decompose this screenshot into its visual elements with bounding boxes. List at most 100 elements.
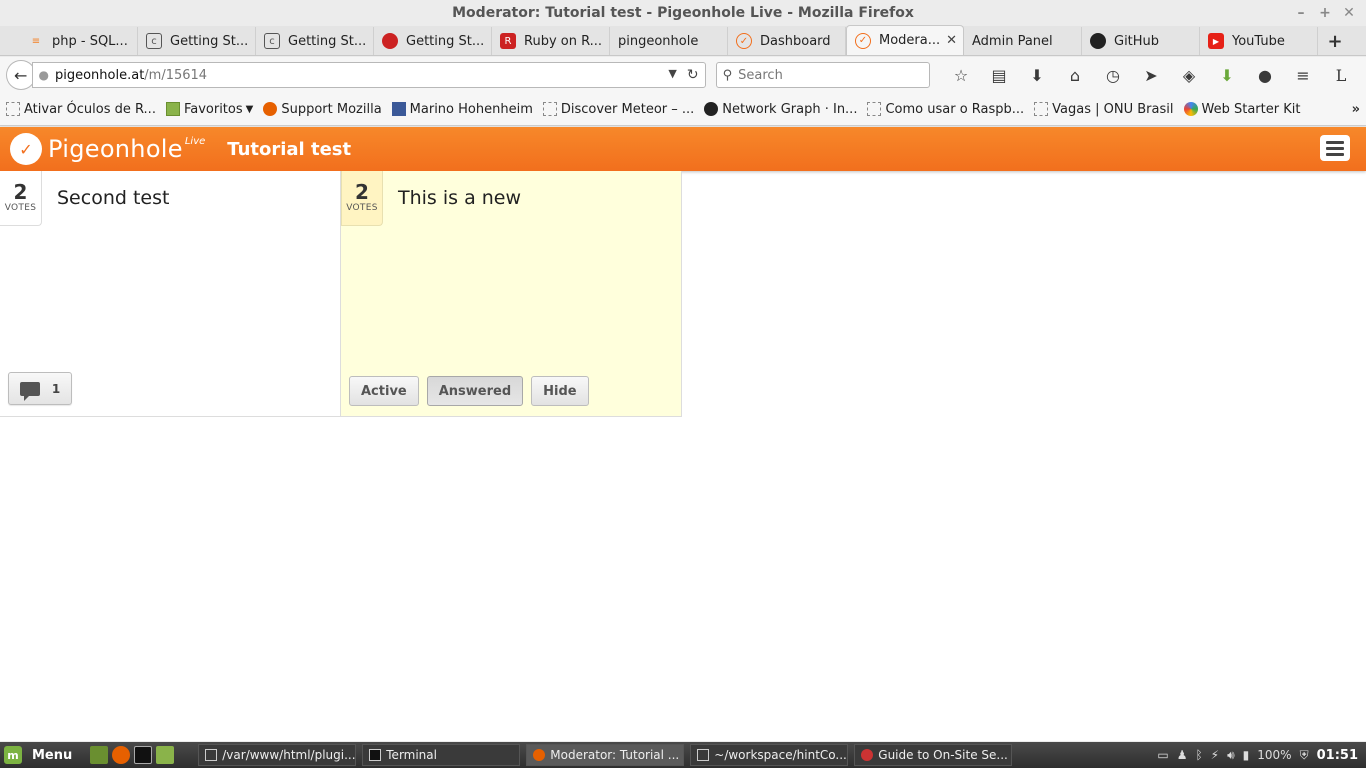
- tab-admin-panel[interactable]: Admin Panel: [964, 27, 1082, 55]
- new-tab-button[interactable]: +: [1318, 27, 1352, 55]
- bookmark-label: Vagas | ONU Brasil: [1052, 101, 1174, 117]
- comment-count: 1: [51, 381, 61, 396]
- user-icon[interactable]: ♟: [1177, 748, 1188, 762]
- tab-strip: ≡ php - SQL... c Getting St... c Getting…: [0, 25, 1366, 56]
- hide-button[interactable]: Hide: [531, 376, 589, 406]
- pigeonhole-icon: ✓: [855, 32, 871, 49]
- bookmark-label: Web Starter Kit: [1201, 101, 1301, 117]
- tab-github[interactable]: GitHub: [1082, 27, 1200, 55]
- active-button[interactable]: Active: [349, 376, 419, 406]
- tab-label: Getting St...: [170, 33, 249, 49]
- task-workspace[interactable]: ~/workspace/hintCo...: [690, 744, 849, 766]
- tab-ruby-on-rails[interactable]: R Ruby on R...: [492, 27, 610, 55]
- bluetooth-icon[interactable]: ᛒ: [1195, 748, 1202, 762]
- show-desktop-icon[interactable]: [90, 746, 109, 764]
- mint-logo-icon: m: [4, 746, 22, 764]
- facebook-icon: [391, 102, 406, 116]
- youtube-icon: ▶: [1208, 33, 1224, 49]
- bookmark-label: Favoritos: [183, 101, 243, 117]
- bookmark-star-icon[interactable]: ☆: [942, 66, 980, 85]
- keyboard-icon[interactable]: ▭: [1157, 748, 1168, 762]
- close-tab-icon[interactable]: ✕: [946, 33, 957, 48]
- task-firefox[interactable]: Moderator: Tutorial ...: [526, 744, 685, 766]
- url-bar[interactable]: ● pigeonhole.at/m/15614 ▼ ↻: [31, 62, 706, 88]
- dropdown-arrow-icon[interactable]: ▼: [668, 67, 676, 83]
- start-menu-button[interactable]: m Menu: [0, 746, 80, 764]
- question-text: Second test: [57, 187, 170, 209]
- tab-label: Getting St...: [288, 33, 367, 49]
- event-title: Tutorial test: [227, 138, 352, 160]
- reload-icon[interactable]: ↻: [687, 67, 699, 83]
- bookmark-folder-favoritos[interactable]: Favoritos ▼: [165, 101, 253, 117]
- tab-label: pingeonhole: [618, 33, 699, 49]
- tab-php-sql[interactable]: ≡ php - SQL...: [20, 27, 138, 55]
- search-input[interactable]: ⚲ Search: [715, 62, 930, 88]
- bookmark-item[interactable]: Network Graph · In...: [704, 102, 857, 117]
- pocket-icon[interactable]: ◈: [1170, 66, 1208, 85]
- bookmarks-overflow-icon[interactable]: »: [1352, 102, 1360, 117]
- tab-getting-started-3[interactable]: Getting St...: [374, 27, 492, 55]
- battery-icon[interactable]: ▮: [1243, 748, 1250, 762]
- extension-icon[interactable]: L: [1322, 66, 1360, 85]
- maximize-icon[interactable]: +: [1318, 0, 1332, 26]
- tab-moderator[interactable]: ✓ Modera... ✕: [846, 25, 964, 55]
- menu-icon[interactable]: ≡: [1284, 66, 1322, 85]
- arrow-left-icon: ←: [14, 65, 28, 85]
- clock[interactable]: 01:51: [1317, 748, 1358, 763]
- moderation-actions: Active Answered Hide: [349, 376, 589, 406]
- os-taskbar: m Menu /var/www/html/plugi... Terminal M…: [0, 742, 1366, 768]
- window-controls: – + ✕: [1294, 0, 1356, 26]
- bookmark-item[interactable]: Como usar o Raspb...: [867, 102, 1024, 117]
- rails-icon: R: [500, 33, 516, 49]
- download-icon[interactable]: ⬇: [1018, 66, 1056, 85]
- bookmark-item[interactable]: Ativar Óculos de R...: [6, 102, 156, 117]
- bookmark-item[interactable]: Web Starter Kit: [1183, 101, 1301, 117]
- pigeonhole-logo-icon[interactable]: ✓: [10, 133, 42, 165]
- answered-button[interactable]: Answered: [426, 376, 524, 406]
- firefox-icon: [263, 102, 278, 116]
- task-terminal[interactable]: Terminal: [362, 744, 521, 766]
- comments-button[interactable]: 1: [8, 372, 72, 405]
- tab-dashboard[interactable]: ✓ Dashboard: [728, 27, 846, 55]
- folder-icon: [697, 749, 710, 761]
- question-card: 2 VOTES Second test 1: [0, 171, 341, 417]
- bookmark-item[interactable]: Discover Meteor – ...: [542, 101, 695, 117]
- home-icon[interactable]: ⌂: [1056, 66, 1094, 85]
- chat-icon[interactable]: ●: [1246, 66, 1284, 85]
- bookmark-item[interactable]: Support Mozilla: [263, 102, 382, 117]
- toolbar-icons: ☆ ▤ ⬇ ⌂ ◷ ➤ ◈ ⬇ ● ≡ L: [942, 66, 1360, 85]
- tab-label: Ruby on R...: [524, 33, 603, 49]
- terminal-icon: [369, 749, 382, 761]
- close-window-icon[interactable]: ✕: [1342, 0, 1356, 26]
- web-content: ✓ Pigeonhole Live Tutorial test 2 VOTES …: [0, 127, 1366, 741]
- files-icon[interactable]: [156, 746, 175, 764]
- globe-icon: ●: [38, 68, 49, 82]
- shield-icon[interactable]: ⛨: [1300, 748, 1309, 763]
- bookmark-item[interactable]: Marino Hohenheim: [391, 102, 533, 117]
- history-icon[interactable]: ◷: [1094, 66, 1132, 85]
- task-label: Guide to On-Site Se...: [878, 748, 1008, 762]
- tab-pingeonhole[interactable]: pingeonhole: [610, 27, 728, 55]
- network-icon[interactable]: ⚡: [1211, 748, 1219, 762]
- tab-label: Admin Panel: [972, 33, 1053, 49]
- volume-icon[interactable]: 🔊︎: [1227, 748, 1235, 763]
- window-title-bar: Moderator: Tutorial test - Pigeonhole Li…: [0, 0, 1366, 26]
- tab-label: php - SQL...: [52, 33, 128, 49]
- firefox-icon[interactable]: [112, 746, 131, 764]
- green-download-icon[interactable]: ⬇: [1208, 66, 1246, 85]
- reading-list-icon[interactable]: ▤: [980, 66, 1018, 85]
- tab-label: Getting St...: [406, 33, 485, 49]
- tab-getting-started-1[interactable]: c Getting St...: [138, 27, 256, 55]
- bookmark-item[interactable]: Vagas | ONU Brasil: [1034, 101, 1174, 117]
- tab-label: GitHub: [1114, 33, 1160, 49]
- terminal-icon[interactable]: [134, 746, 153, 764]
- bookmark-label: Discover Meteor – ...: [560, 101, 695, 117]
- tab-getting-started-2[interactable]: c Getting St...: [256, 27, 374, 55]
- minimize-icon[interactable]: –: [1294, 0, 1308, 26]
- tab-youtube[interactable]: ▶ YouTube: [1200, 27, 1318, 55]
- send-icon[interactable]: ➤: [1132, 66, 1170, 85]
- menu-label: Menu: [32, 747, 73, 763]
- task-file-manager[interactable]: /var/www/html/plugi...: [198, 744, 357, 766]
- task-guide[interactable]: Guide to On-Site Se...: [854, 744, 1013, 766]
- hamburger-menu-button[interactable]: [1320, 135, 1350, 161]
